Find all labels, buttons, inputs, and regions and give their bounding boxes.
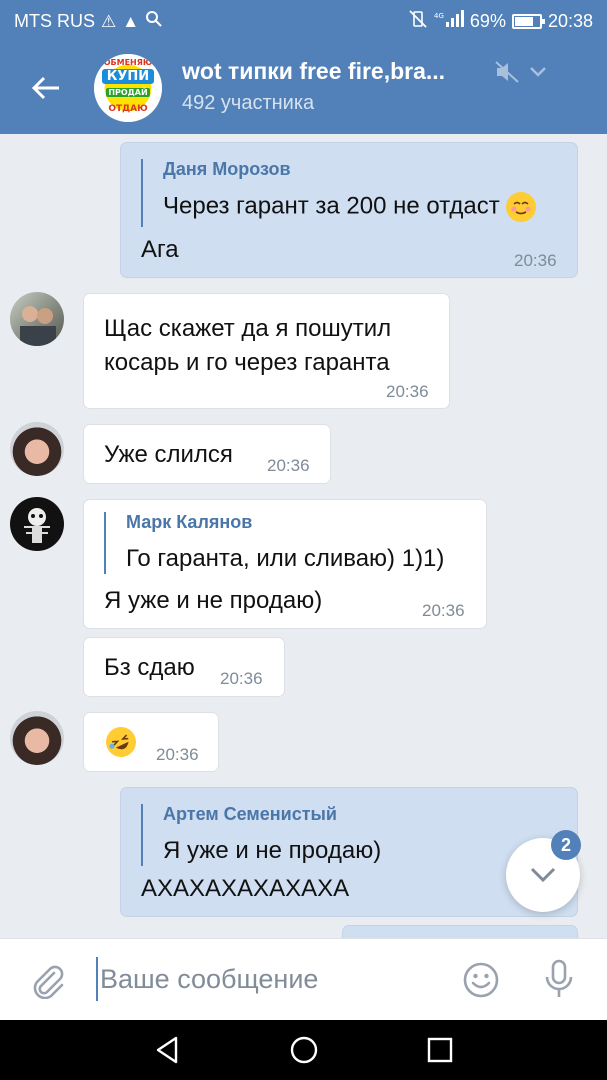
message-bubble-incoming[interactable]: Бз сдаю 20:36 <box>83 637 285 697</box>
battery-fill <box>514 17 533 26</box>
message-text: Щас скажет да я пошутил косарь и го чере… <box>104 312 391 380</box>
reply-text: Го гаранта, или сливаю) 1)1) <box>126 545 445 572</box>
chevron-down-icon[interactable] <box>528 62 548 82</box>
message-text-line-1: Щас скажет да я пошутил <box>104 315 392 342</box>
nav-recents-icon[interactable] <box>424 1034 456 1066</box>
avatar[interactable] <box>10 422 64 476</box>
message-time: 20:36 <box>422 601 465 620</box>
message-time: 20:36 <box>386 382 429 401</box>
reply-quote[interactable]: Артем Семенистый Я уже и не продаю) <box>141 804 381 866</box>
nav-back-icon[interactable] <box>152 1034 184 1066</box>
message-text: Бз сдаю <box>104 654 195 681</box>
reply-text-content: Через гарант за 200 не отдаст <box>163 192 500 220</box>
avatar[interactable] <box>10 711 64 765</box>
chat-title[interactable]: wot типки free fire,bra... <box>182 58 482 85</box>
reply-quote[interactable]: Даня Морозов Через гарант за 200 не отда… <box>141 159 537 227</box>
back-button[interactable] <box>26 68 66 108</box>
avatar[interactable] <box>10 497 64 551</box>
alert-icon: ▲ <box>122 11 140 31</box>
message-bubble-outgoing[interactable]: Даня Морозов Через гарант за 200 не отда… <box>120 142 578 278</box>
message-time: 20:36 <box>267 456 310 475</box>
avatar-text-4: ОТДАЮ <box>108 104 148 114</box>
message-time: 20:36 <box>156 745 199 764</box>
avatar-text-3: ПРОДАЙ <box>106 88 150 97</box>
muted-speaker-icon <box>495 61 519 83</box>
emoji-smile-icon[interactable] <box>462 961 500 999</box>
system-nav-bar <box>0 1020 607 1080</box>
reply-author: Даня Морозов <box>163 159 291 179</box>
chat-header: ОБМЕНЯЮ КУПИ ПРОДАЙ ОТДАЮ wot типки free… <box>0 40 607 134</box>
status-bar: MTS RUS ⚠ ▲ 4G 69% 20:38 <box>0 0 607 40</box>
signal-icon: 4G <box>434 10 464 33</box>
rolling-on-floor-laughing-emoji-icon <box>101 722 141 762</box>
message-text: Ага <box>141 236 179 263</box>
chevron-down-icon <box>530 867 556 883</box>
message-bubble-outgoing[interactable]: Артем Семенистый Я уже и не продаю) АХАХ… <box>120 787 578 917</box>
reply-text: Я уже и не продаю) <box>163 837 382 864</box>
warning-icon: ⚠ <box>101 11 117 31</box>
clock: 20:38 <box>547 11 593 31</box>
svg-text:4G: 4G <box>434 12 444 20</box>
message-text: Я уже и не продаю) <box>104 587 323 614</box>
message-bubble-incoming[interactable]: Уже слился 20:36 <box>83 424 331 484</box>
reply-author: Марк Калянов <box>126 512 253 532</box>
reply-author: Артем Семенистый <box>163 804 337 824</box>
carrier-label: MTS RUS <box>14 11 95 31</box>
message-time: 20:36 <box>220 669 263 688</box>
message-text-line-2: косарь и го через гаранта <box>104 349 390 376</box>
message-bubble-incoming[interactable]: Марк Калянов Го гаранта, или сливаю) 1)1… <box>83 499 487 629</box>
vibrate-off-icon <box>408 10 428 33</box>
battery-percent: 69% <box>469 11 506 31</box>
message-composer: Ваше сообщение <box>0 938 607 1020</box>
message-text: Уже слился <box>104 441 233 468</box>
message-text: АХАХАХАХАХАХА <box>141 875 350 902</box>
message-bubble-incoming[interactable]: Щас скажет да я пошутил косарь и го чере… <box>83 293 450 409</box>
relieved-face-emoji-icon <box>506 192 537 222</box>
top-bar: MTS RUS ⚠ ▲ 4G 69% 20:38 ОБМЕНЯЮ КУПИ ПР… <box>0 0 607 134</box>
nav-home-icon[interactable] <box>288 1034 320 1066</box>
paperclip-icon[interactable] <box>28 961 66 999</box>
microphone-icon[interactable] <box>542 959 576 999</box>
member-count: 492 участника <box>182 92 315 114</box>
unread-count-badge: 2 <box>551 830 581 860</box>
battery-icon <box>511 14 545 29</box>
reply-text: Через гарант за 200 не отдаст <box>163 192 537 222</box>
reply-quote[interactable]: Марк Калянов Го гаранта, или сливаю) 1)1… <box>104 512 444 574</box>
message-time: 20:36 <box>514 251 557 270</box>
arrow-left-icon <box>31 76 59 100</box>
chat-avatar[interactable]: ОБМЕНЯЮ КУПИ ПРОДАЙ ОТДАЮ <box>94 54 162 122</box>
avatar[interactable] <box>10 292 64 346</box>
avatar-text-2: КУПИ <box>102 69 154 84</box>
message-bubble-incoming[interactable]: 20:36 <box>83 712 219 772</box>
search-status-icon <box>145 10 163 33</box>
message-input[interactable]: Ваше сообщение <box>96 957 436 1001</box>
avatar-text-1: ОБМЕНЯЮ <box>103 58 153 67</box>
